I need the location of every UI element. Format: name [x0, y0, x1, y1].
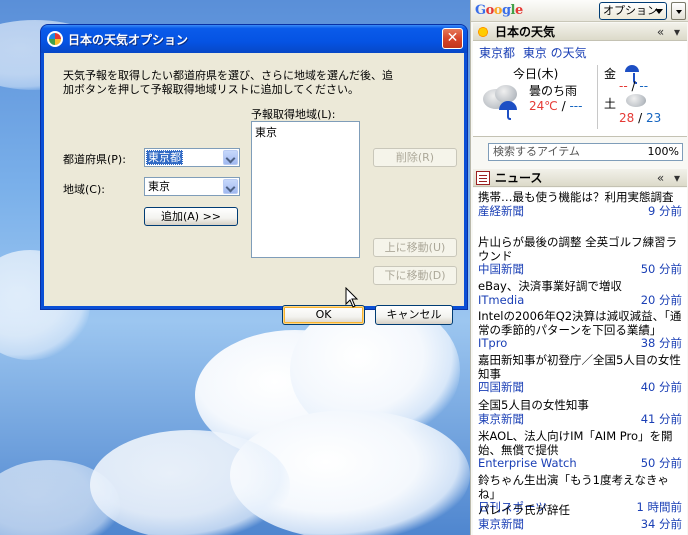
news-panel-title: ニュース	[495, 171, 543, 185]
chevron-down-icon	[655, 9, 663, 14]
today-high: 24℃	[529, 99, 558, 113]
news-headline[interactable]: 嘉田新知事が初登庁／全国5人目の女性知事	[478, 353, 684, 381]
forecast-high: 28	[619, 111, 635, 125]
cloud-rain-icon	[483, 85, 523, 120]
move-up-button[interactable]: 上に移動(U)	[373, 238, 457, 257]
news-item[interactable]: 片山らが最後の調整 全英ゴルフ練習ラウンド 中国新聞 50 分前	[478, 235, 684, 277]
delete-button[interactable]: 削除(R)	[373, 148, 457, 167]
news-item[interactable]: パレイラ氏が辞任 東京新聞 34 分前	[478, 503, 684, 531]
forecast-day: 金	[604, 67, 617, 81]
panel-controls-icon[interactable]: « ▾	[657, 23, 683, 41]
chevron-down-icon[interactable]	[223, 150, 238, 165]
forecast-low: 23	[645, 111, 662, 125]
temp-separator: /	[638, 111, 643, 125]
google-app-icon	[47, 31, 63, 47]
options-button[interactable]: オプション	[599, 2, 667, 20]
today-temperature: 24℃ / ---	[529, 99, 582, 113]
forecast-low: --	[639, 79, 649, 93]
city-weather-link[interactable]: 東京 の天気	[523, 46, 587, 60]
area-select[interactable]: 東京	[144, 177, 240, 196]
news-time: 9 分前	[648, 203, 682, 218]
news-headline[interactable]: 鈴ちゃん生出演「もう1度考えなきゃね」	[478, 473, 684, 501]
prefecture-value: 東京都	[146, 150, 183, 165]
dialog-title-bar[interactable]: 日本の天気オプション ✕	[41, 25, 467, 53]
dialog-body: 天気予報を取得したい都道府県を選び、さらに地域を選んだ後、追加ボタンを押して予報…	[44, 53, 464, 325]
move-down-button[interactable]: 下に移動(D)	[373, 266, 457, 285]
cloud	[90, 430, 290, 535]
search-items-field[interactable]: 検索するアイテム 100%	[488, 143, 683, 161]
prefecture-select[interactable]: 東京都	[144, 148, 240, 167]
news-time: 50 分前	[640, 262, 682, 276]
region-list[interactable]: 東京	[251, 121, 360, 258]
region-list-item[interactable]: 東京	[255, 124, 356, 140]
options-dialog: 日本の天気オプション ✕ 天気予報を取得したい都道府県を選び、さらに地域を選んだ…	[41, 25, 467, 325]
area-value: 東京	[148, 180, 170, 193]
news-time: 40 分前	[640, 380, 682, 394]
weather-location: 東京都 東京 の天気	[479, 44, 587, 61]
close-icon[interactable]: ✕	[442, 28, 463, 49]
forecast-temps: 28 / 23	[619, 111, 661, 125]
sidebar-header: Google オプション	[471, 0, 688, 22]
google-sidebar: Google オプション 日本の天気 « ▾ 東京都 東京 の天気 今日(木) …	[470, 0, 688, 535]
newspaper-icon	[476, 171, 490, 185]
search-placeholder: 検索するアイテム	[493, 145, 580, 158]
news-item[interactable]: 携帯…最も使う機能は？利用実態調査 産経新聞 9 分前	[478, 190, 684, 218]
prefecture-label: 都道府県(P):	[63, 153, 126, 166]
google-logo: Google	[475, 3, 523, 18]
options-button-label: オプション	[603, 4, 658, 17]
region-list-label: 予報取得地域(L):	[251, 108, 336, 121]
temp-separator: /	[561, 99, 566, 113]
forecast-day: 土	[604, 97, 617, 111]
news-item[interactable]: 米AOL、法人向けIM「AIM Pro」を開始、無償で提供 Enterprise…	[478, 429, 684, 471]
mouse-cursor-icon	[345, 287, 359, 308]
news-time: 38 分前	[640, 336, 682, 350]
news-headline[interactable]: eBay、決済事業好調で増収	[478, 279, 684, 294]
news-headline[interactable]: 全国5人目の女性知事	[478, 398, 684, 413]
search-percent: 100%	[647, 144, 683, 160]
today-label: 今日(木)	[513, 67, 559, 81]
news-time: 41 分前	[640, 411, 682, 426]
weather-panel-title: 日本の天気	[495, 25, 556, 39]
dialog-title: 日本の天気オプション	[68, 33, 189, 47]
chevron-down-icon[interactable]	[223, 179, 238, 194]
cancel-button[interactable]: キャンセル	[375, 305, 453, 325]
news-time: 50 分前	[640, 456, 682, 470]
temp-separator: /	[631, 79, 636, 93]
news-item[interactable]: 嘉田新知事が初登庁／全国5人目の女性知事 四国新聞 40 分前	[478, 353, 684, 395]
weather-panel: 東京都 東京 の天気 今日(木) 曇のち雨 24℃ / --- 金 -- / -…	[473, 41, 687, 137]
news-headline[interactable]: 片山らが最後の調整 全英ゴルフ練習ラウンド	[478, 235, 684, 263]
cloud-icon	[626, 94, 646, 107]
news-headline[interactable]: Intelの2006年Q2決算は減収減益、「通常の季節的パターンを下回る業績」	[478, 309, 684, 337]
forecast-temps: -- / --	[619, 79, 648, 93]
umbrella-icon	[625, 65, 639, 84]
news-headline[interactable]: 携帯…最も使う機能は？利用実態調査	[478, 190, 684, 205]
area-label: 地域(C):	[63, 183, 105, 196]
add-button[interactable]: 追加(A) >>	[144, 207, 238, 226]
prefecture-link[interactable]: 東京都	[479, 46, 515, 60]
weather-divider	[597, 65, 598, 129]
panel-controls-icon[interactable]: « ▾	[657, 169, 683, 187]
news-item[interactable]: 全国5人目の女性知事 東京新聞 41 分前	[478, 398, 684, 426]
forecast-high: --	[619, 79, 628, 93]
today-condition: 曇のち雨	[529, 84, 578, 98]
news-item[interactable]: eBay、決済事業好調で増収 ITmedia 20 分前	[478, 279, 684, 307]
news-time: 20 分前	[640, 292, 682, 307]
sidebar-menu-button[interactable]	[671, 2, 686, 20]
today-low: ---	[569, 99, 583, 113]
sun-icon	[476, 25, 490, 39]
news-time: 34 分前	[640, 516, 682, 531]
news-list: 携帯…最も使う機能は？利用実態調査 産経新聞 9 分前 片山らが最後の調整 全英…	[473, 188, 687, 535]
news-item[interactable]: Intelの2006年Q2決算は減収減益、「通常の季節的パターンを下回る業績」 …	[478, 309, 684, 351]
news-headline[interactable]: 米AOL、法人向けIM「AIM Pro」を開始、無償で提供	[478, 429, 684, 457]
news-headline[interactable]: パレイラ氏が辞任	[478, 503, 684, 518]
dialog-description: 天気予報を取得したい都道府県を選び、さらに地域を選んだ後、追加ボタンを押して予報…	[63, 69, 393, 96]
weather-panel-header[interactable]: 日本の天気 « ▾	[473, 23, 687, 41]
news-panel-header[interactable]: ニュース « ▾	[473, 169, 687, 187]
